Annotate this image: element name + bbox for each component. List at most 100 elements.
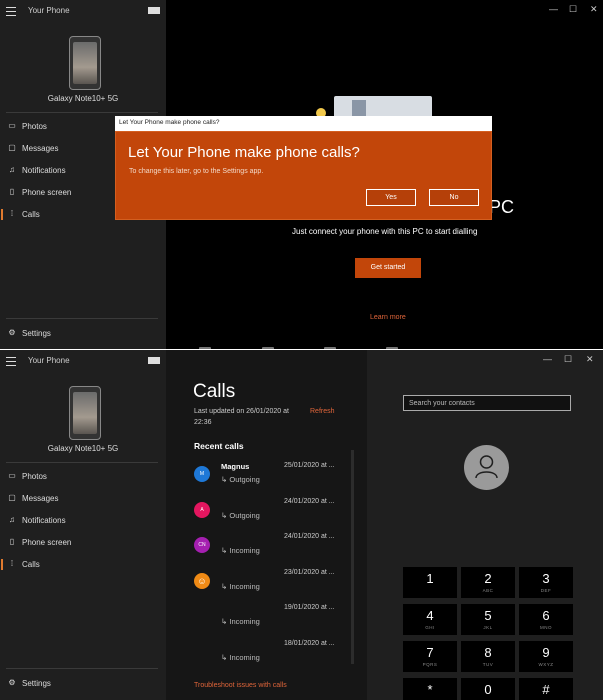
dialpad-key[interactable]: 0 bbox=[461, 678, 515, 700]
sidebar-item-phone-screen[interactable]: ▯ Phone screen bbox=[0, 534, 166, 552]
messages-icon: ▢ bbox=[8, 493, 16, 502]
sidebar-item-label: Settings bbox=[22, 679, 51, 688]
call-type: ↳ Incoming bbox=[221, 617, 260, 626]
dialpad-icon: ⁞ bbox=[10, 209, 14, 218]
dialpad-digit: 6 bbox=[542, 608, 550, 623]
yes-button[interactable]: Yes bbox=[366, 189, 416, 206]
bell-icon: ♫ bbox=[9, 165, 15, 174]
battery-icon bbox=[148, 7, 160, 14]
call-list-item[interactable]: CN ↳ Incoming 24/01/2020 at ... bbox=[166, 531, 367, 566]
sidebar-item-photos[interactable]: ▭ Photos bbox=[0, 468, 166, 486]
dialpad-key[interactable]: 5 JKL bbox=[461, 604, 515, 635]
contact-avatar: M bbox=[194, 466, 210, 482]
dialpad-letters: GHI bbox=[425, 625, 435, 630]
dialpad-key[interactable]: 8 TUV bbox=[461, 641, 515, 672]
dialpad-letters: MNO bbox=[540, 625, 552, 630]
page-title: Calls bbox=[193, 381, 236, 402]
device-name: Galaxy Note10+ 5G bbox=[47, 444, 119, 453]
page-subtitle: Just connect your phone with this PC to … bbox=[292, 227, 478, 236]
minimize-icon[interactable]: — bbox=[549, 4, 558, 14]
gear-icon: ⚙ bbox=[8, 678, 16, 687]
call-date: 18/01/2020 at ... bbox=[284, 639, 335, 647]
dialpad-key[interactable]: 7 PQRS bbox=[403, 641, 457, 672]
device-name: Galaxy Note10+ 5G bbox=[47, 94, 119, 103]
dialpad-key[interactable]: 6 MNO bbox=[519, 604, 573, 635]
phone-screen-icon: ▯ bbox=[9, 187, 15, 196]
get-started-button[interactable]: Get started bbox=[355, 258, 421, 278]
dialpad-letters: ABC bbox=[482, 588, 494, 593]
phone-image bbox=[69, 386, 101, 440]
dialpad-key[interactable]: 1 bbox=[403, 567, 457, 598]
photos-icon: ▭ bbox=[8, 471, 16, 480]
dialpad-key[interactable]: 9 WXYZ bbox=[519, 641, 573, 672]
call-list-item[interactable]: M Magnus ↳ Outgoing 25/01/2020 at ... bbox=[166, 460, 367, 495]
bottom-screenshot: Your Phone Galaxy Note10+ 5G ▭ Photos ▢ … bbox=[0, 350, 603, 700]
learn-more-link[interactable]: Learn more bbox=[370, 314, 406, 321]
maximize-icon[interactable]: ☐ bbox=[564, 354, 572, 365]
call-type: ↳ Outgoing bbox=[221, 475, 260, 484]
close-icon[interactable]: ✕ bbox=[590, 4, 598, 15]
sidebar-item-label: Messages bbox=[22, 144, 59, 153]
battery-icon bbox=[148, 357, 160, 364]
call-type: ↳ Incoming bbox=[221, 546, 260, 555]
troubleshoot-link[interactable]: Troubleshoot issues with calls bbox=[194, 682, 287, 689]
call-list-item[interactable]: ↳ Incoming 19/01/2020 at ... bbox=[166, 602, 367, 637]
hamburger-menu-icon[interactable] bbox=[6, 357, 16, 366]
dialpad-letters: PQRS bbox=[422, 662, 438, 667]
call-type: ↳ Outgoing bbox=[221, 510, 260, 520]
dialpad-digit: 3 bbox=[542, 571, 550, 586]
dialpad-letters: DEF bbox=[540, 588, 552, 593]
divider bbox=[6, 112, 158, 113]
person-icon bbox=[475, 455, 498, 479]
app-title: Your Phone bbox=[28, 356, 70, 365]
dialpad-key[interactable]: 4 GHI bbox=[403, 604, 457, 635]
sidebar-item-calls[interactable]: ⁞ Calls bbox=[0, 556, 166, 574]
divider bbox=[6, 668, 158, 669]
dialpad-key[interactable]: * bbox=[403, 678, 457, 700]
contact-avatar bbox=[464, 445, 509, 490]
sidebar-item-settings[interactable]: ⚙ Settings bbox=[0, 675, 166, 693]
dialpad-digit: 0 bbox=[484, 682, 492, 697]
calls-pane: Calls Last updated on 26/01/2020 at 22:3… bbox=[166, 350, 367, 700]
sidebar-item-notifications[interactable]: ♫ Notifications bbox=[0, 512, 166, 530]
call-date: 23/01/2020 at ... bbox=[284, 568, 335, 576]
last-updated: Last updated on 26/01/2020 at bbox=[194, 408, 289, 415]
dialpad-digit: 8 bbox=[484, 645, 492, 660]
no-button[interactable]: No bbox=[429, 189, 479, 206]
dialpad-digit: 1 bbox=[426, 571, 434, 586]
sidebar-item-messages[interactable]: ▢ Messages bbox=[0, 490, 166, 508]
dialpad-digit: 4 bbox=[426, 608, 434, 623]
sidebar-item-label: Notifications bbox=[22, 516, 66, 525]
dialpad-digit: 7 bbox=[426, 645, 434, 660]
photos-icon: ▭ bbox=[8, 121, 16, 130]
scrollbar[interactable] bbox=[351, 450, 354, 664]
maximize-icon[interactable]: ☐ bbox=[569, 4, 577, 15]
dialpad-letters: TUV bbox=[482, 662, 494, 667]
dialog-heading: Let Your Phone make phone calls? bbox=[128, 144, 360, 161]
sidebar-item-settings[interactable]: ⚙ Settings bbox=[0, 325, 166, 343]
call-contact-name: Magnus bbox=[221, 462, 250, 471]
dialpad-digit: 2 bbox=[484, 571, 492, 586]
search-placeholder: Search your contacts bbox=[409, 400, 475, 407]
sidebar-item-label: Settings bbox=[22, 329, 51, 338]
call-date: 19/01/2020 at ... bbox=[284, 604, 335, 611]
messages-icon: ▢ bbox=[8, 143, 16, 152]
close-icon[interactable]: ✕ bbox=[586, 354, 594, 365]
dialpad-key[interactable]: 2 ABC bbox=[461, 567, 515, 598]
hamburger-menu-icon[interactable] bbox=[6, 7, 16, 16]
last-updated-time: 22:36 bbox=[194, 419, 212, 426]
sidebar-item-label: Calls bbox=[22, 560, 40, 569]
phone-screen-icon: ▯ bbox=[9, 537, 15, 546]
call-list-item[interactable]: A ↳ Outgoing 24/01/2020 at ... bbox=[166, 496, 367, 531]
sidebar: Your Phone Galaxy Note10+ 5G ▭ Photos ▢ … bbox=[0, 350, 166, 700]
minimize-icon[interactable]: — bbox=[543, 354, 552, 364]
call-list-item[interactable]: ☺ ↳ Incoming 23/01/2020 at ... bbox=[166, 567, 367, 602]
dialpad-key[interactable]: # bbox=[519, 678, 573, 700]
refresh-link[interactable]: Refresh bbox=[310, 408, 335, 415]
call-date: 24/01/2020 at ... bbox=[284, 533, 335, 540]
search-contacts-input[interactable]: Search your contacts bbox=[403, 395, 571, 411]
divider bbox=[6, 318, 158, 319]
call-list-item[interactable]: ↳ Incoming 18/01/2020 at ... bbox=[166, 638, 367, 673]
call-date: 25/01/2020 at ... bbox=[284, 462, 335, 469]
dialpad-key[interactable]: 3 DEF bbox=[519, 567, 573, 598]
